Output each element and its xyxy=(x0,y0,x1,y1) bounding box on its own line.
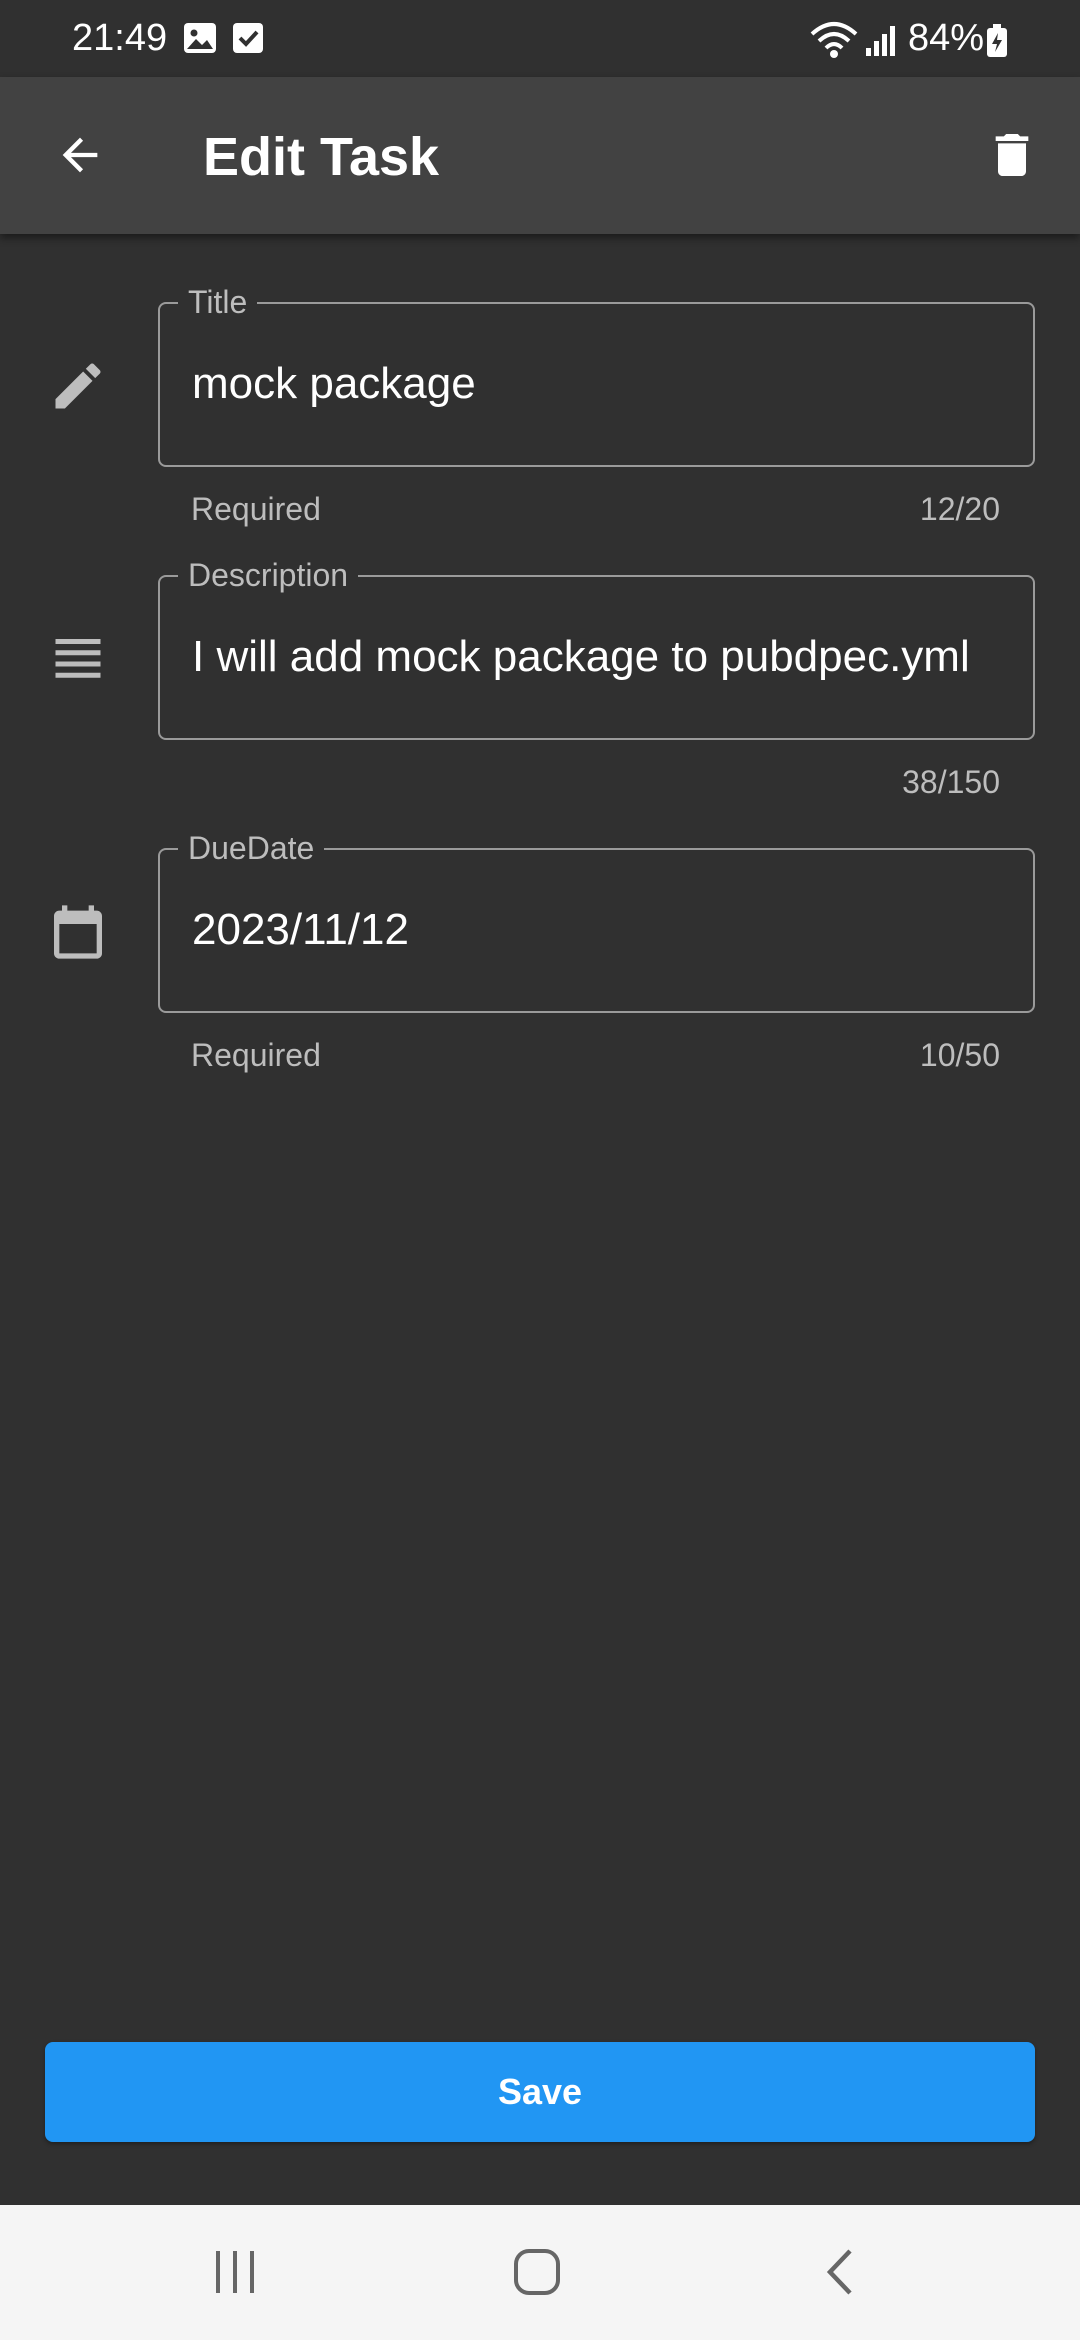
notes-icon xyxy=(46,627,110,691)
status-bar: 21:49 84% xyxy=(0,0,1080,77)
back-button[interactable] xyxy=(40,115,120,195)
home-icon xyxy=(514,2249,560,2295)
home-button[interactable] xyxy=(477,2227,597,2317)
arrow-back-icon xyxy=(62,137,98,173)
wifi-icon xyxy=(810,20,858,65)
battery-percent: 84% xyxy=(908,17,985,59)
trash-icon xyxy=(995,134,1029,176)
description-counter: 38/150 xyxy=(902,764,1000,800)
delete-button[interactable] xyxy=(972,115,1052,195)
due-date-input[interactable]: 2023/11/12 xyxy=(192,902,1013,958)
title-helper-text: Required xyxy=(191,491,321,527)
back-icon xyxy=(826,2249,852,2295)
image-icon xyxy=(183,22,217,59)
due-date-field-label: DueDate xyxy=(178,828,325,868)
description-field-label: Description xyxy=(178,555,359,595)
due-date-field[interactable]: DueDate 2023/11/12 xyxy=(158,828,1035,1013)
description-input[interactable]: I will add mock package to pubdpec.yml xyxy=(192,629,1013,685)
due-date-counter: 10/50 xyxy=(919,1037,1000,1073)
recents-icon xyxy=(216,2251,254,2293)
title-counter: 12/20 xyxy=(919,491,1000,527)
pencil-icon xyxy=(46,354,110,418)
battery-icon xyxy=(986,24,1008,63)
nav-back-button[interactable] xyxy=(780,2227,900,2317)
title-field[interactable]: Title mock package xyxy=(158,282,1035,467)
app-bar: Edit Task xyxy=(0,77,1080,234)
calendar-icon xyxy=(46,900,110,964)
due-date-helper-text: Required xyxy=(191,1037,321,1073)
title-field-label: Title xyxy=(178,282,258,322)
page-title: Edit Task xyxy=(203,127,440,187)
recents-button[interactable] xyxy=(175,2227,295,2317)
signal-icon xyxy=(864,24,898,63)
save-button[interactable]: Save xyxy=(45,2042,1035,2142)
checkbox-icon xyxy=(232,22,264,59)
description-field[interactable]: Description I will add mock package to p… xyxy=(158,555,1035,740)
title-input[interactable]: mock package xyxy=(192,356,1013,412)
status-time: 21:49 xyxy=(72,17,168,59)
system-nav-bar xyxy=(0,2205,1080,2340)
